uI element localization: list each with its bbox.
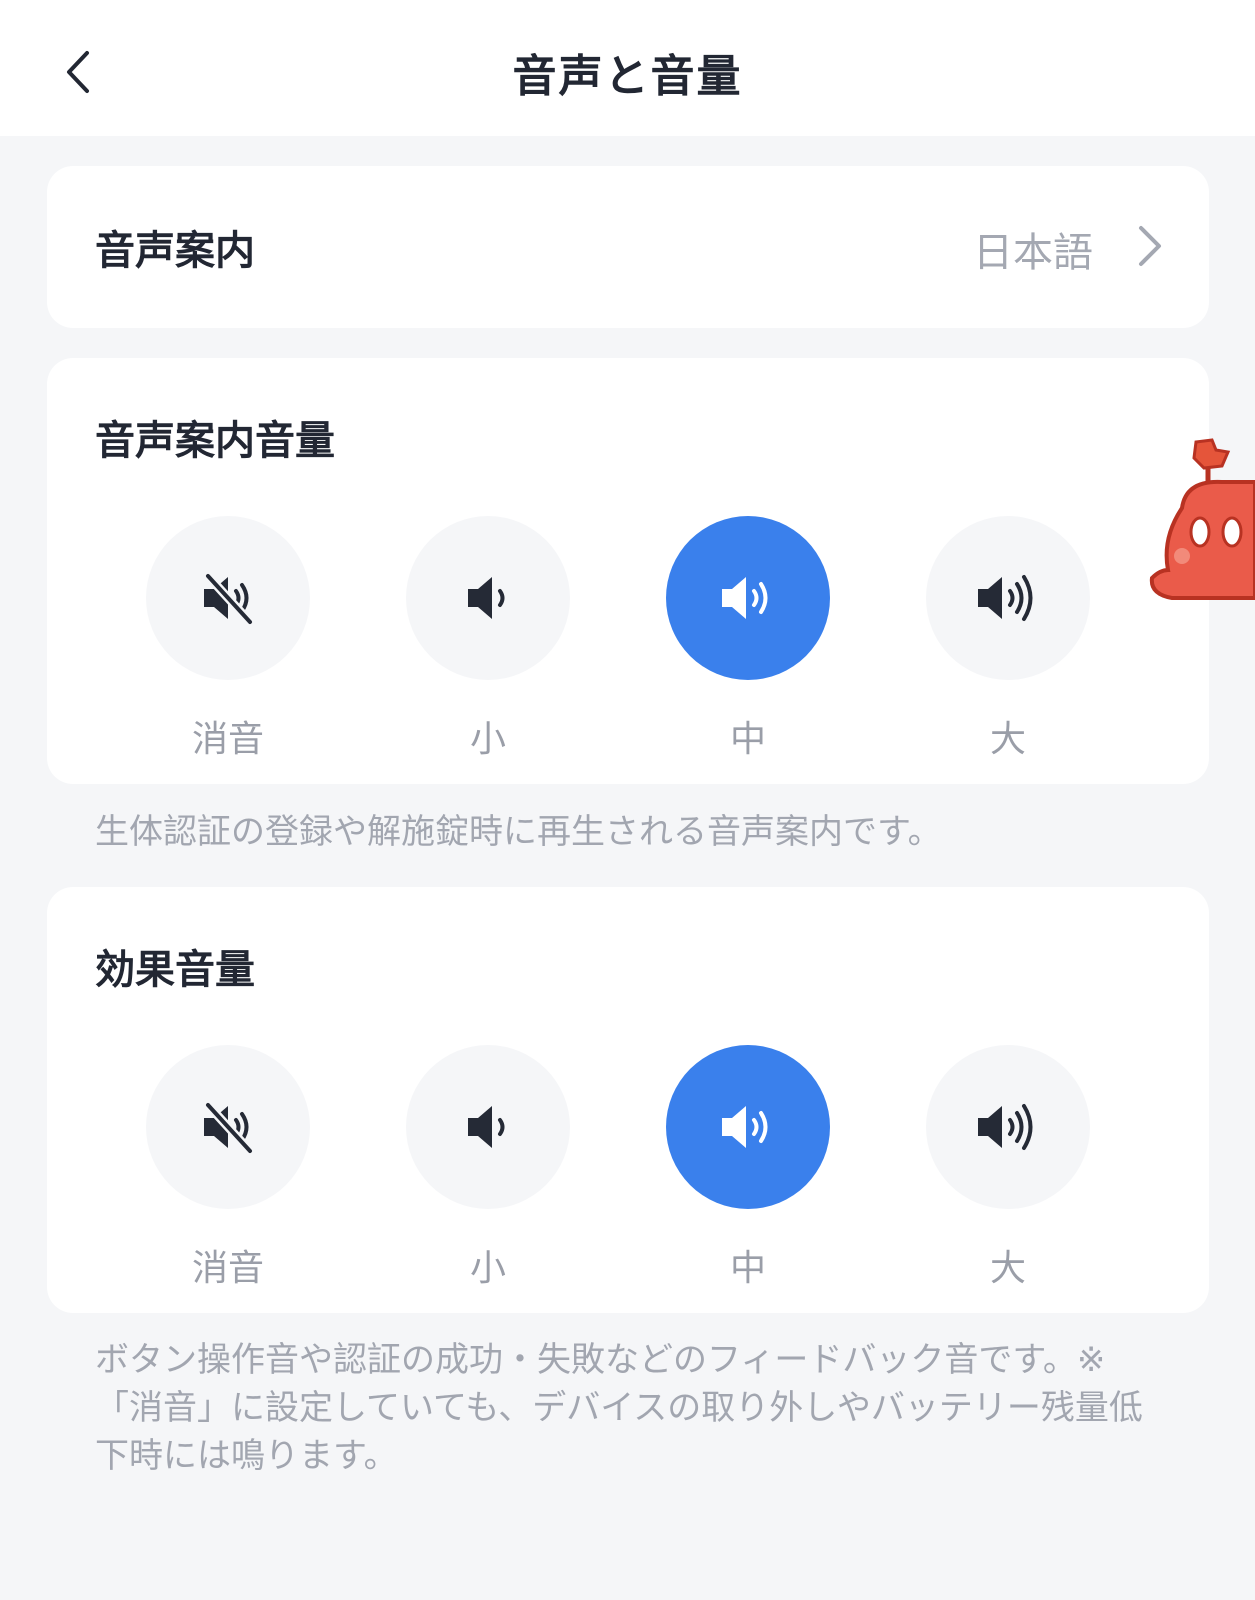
effect-volume-mute-button[interactable] <box>146 1045 310 1209</box>
effect-volume-high-label: 大 <box>989 1248 1026 1289</box>
mascot-icon[interactable] <box>1142 438 1255 608</box>
speaker-low-icon <box>468 1106 505 1148</box>
effect-volume-option-medium[interactable]: 中 <box>666 1045 830 1291</box>
voice-volume-mute-button[interactable] <box>146 516 310 680</box>
speaker-mute-icon <box>203 1100 255 1156</box>
voice-volume-mute-label: 消音 <box>191 719 264 760</box>
effect-volume-medium-label: 中 <box>729 1248 766 1289</box>
speaker-high-icon <box>978 1104 1033 1150</box>
voice-volume-option-mute[interactable]: 消音 <box>146 516 310 762</box>
effect-volume-high-button[interactable] <box>926 1045 1090 1209</box>
speaker-low-icon <box>468 577 505 619</box>
effect-volume-option-low[interactable]: 小 <box>406 1045 570 1291</box>
effect-volume-title: 効果音量 <box>95 947 255 993</box>
effect-volume-low-label: 小 <box>469 1248 506 1289</box>
voice-guide-value: 日本語 <box>973 230 1093 276</box>
voice-volume-medium-label: 中 <box>729 719 766 760</box>
voice-volume-low-button[interactable] <box>406 516 570 680</box>
top-bar: 音声と音量 <box>0 0 1255 136</box>
voice-guide-label: 音声案内 <box>95 228 255 274</box>
effect-volume-medium-button[interactable] <box>666 1045 830 1209</box>
effect-volume-option-high[interactable]: 大 <box>926 1045 1090 1291</box>
voice-volume-low-label: 小 <box>469 719 506 760</box>
chevron-right-icon <box>1139 226 1161 266</box>
voice-guide-row[interactable]: 音声案内 日本語 <box>47 166 1209 328</box>
effect-volume-low-button[interactable] <box>406 1045 570 1209</box>
effect-volume-card: 効果音量 消音 小 中 大 <box>47 887 1209 1313</box>
speaker-high-icon <box>978 575 1033 621</box>
voice-volume-option-medium[interactable]: 中 <box>666 516 830 762</box>
voice-volume-note: 生体認証の登録や解施錠時に再生される音声案内です。 <box>95 812 942 852</box>
voice-volume-option-high[interactable]: 大 <box>926 516 1090 762</box>
effect-volume-mute-label: 消音 <box>191 1248 264 1289</box>
voice-volume-title: 音声案内音量 <box>95 418 335 464</box>
page-title: 音声と音量 <box>512 51 743 102</box>
effect-volume-note: ボタン操作音や認証の成功・失敗などのフィードバック音です。※「消音」に設定してい… <box>95 1340 1143 1476</box>
speaker-medium-icon <box>722 577 768 619</box>
voice-volume-card: 音声案内音量 消音 小 中 大 <box>47 358 1209 784</box>
voice-volume-medium-button[interactable] <box>666 516 830 680</box>
voice-volume-option-low[interactable]: 小 <box>406 516 570 762</box>
speaker-medium-icon <box>722 1106 768 1148</box>
effect-volume-option-mute[interactable]: 消音 <box>146 1045 310 1291</box>
voice-volume-high-button[interactable] <box>926 516 1090 680</box>
voice-volume-high-label: 大 <box>989 719 1026 760</box>
speaker-mute-icon <box>203 571 255 627</box>
